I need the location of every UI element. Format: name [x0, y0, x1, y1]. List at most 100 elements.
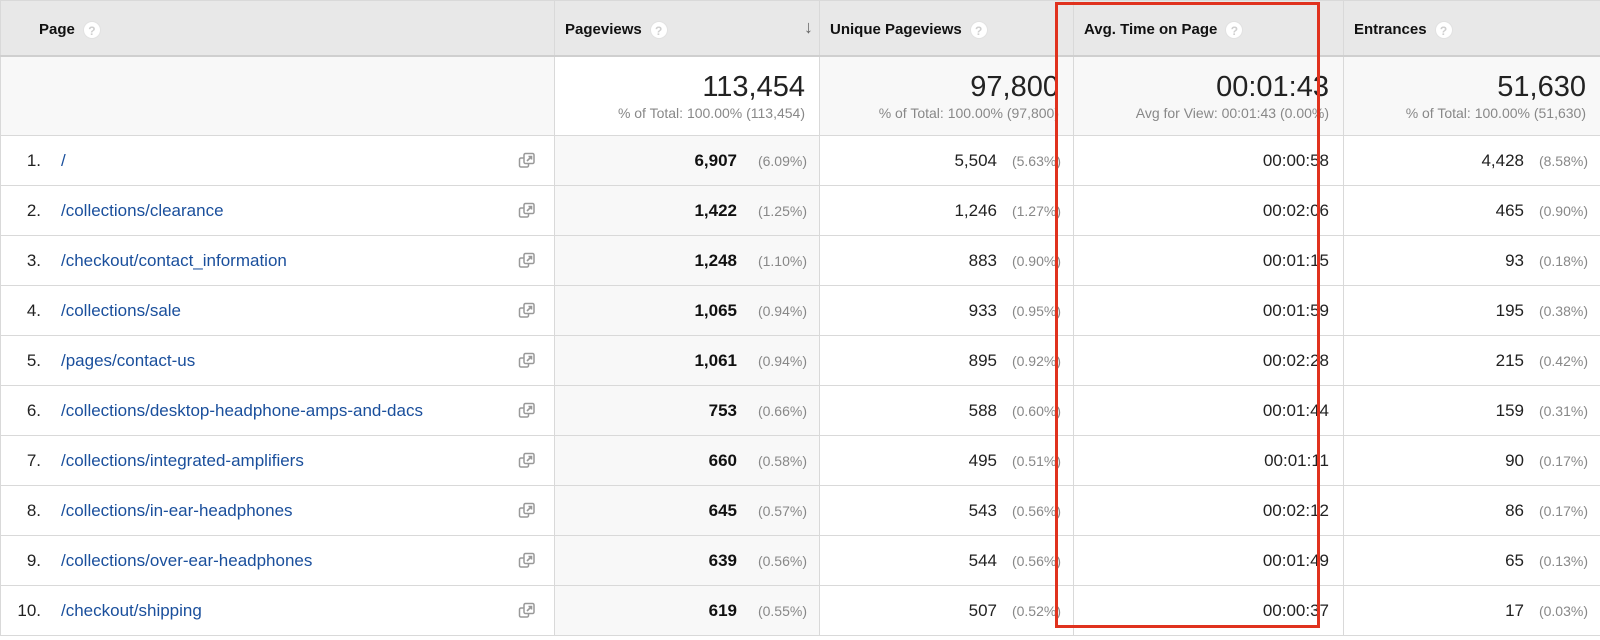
page-link[interactable]: /collections/integrated-amplifiers	[61, 451, 304, 470]
row-number: 7.	[26, 450, 41, 470]
open-in-new-window-icon[interactable]	[518, 552, 536, 570]
avg-time-cell: 00:02:28	[1073, 335, 1344, 386]
avg-time-cell: 00:02:12	[1073, 485, 1344, 536]
column-header-page[interactable]: Page?	[0, 0, 555, 57]
page-link[interactable]: /	[61, 151, 66, 170]
avg-time-cell: 00:01:49	[1073, 535, 1344, 586]
entrances-value: 465	[1495, 200, 1524, 220]
column-header-pageviews[interactable]: Pageviews? ↓	[554, 0, 820, 57]
totals-row: 113,454 % of Total: 100.00% (113,454) 97…	[0, 55, 1600, 136]
row-number: 2.	[26, 200, 41, 220]
help-icon[interactable]: ?	[1434, 20, 1453, 39]
help-icon[interactable]: ?	[82, 21, 101, 40]
avg-time-value: 00:02:12	[1262, 500, 1329, 520]
column-header-label: Pageviews	[565, 20, 642, 38]
open-in-new-window-icon[interactable]	[518, 252, 536, 270]
unique-pageviews-value: 5,504	[954, 150, 997, 170]
avg-time-value: 00:01:59	[1262, 300, 1329, 320]
table-row: 4. /collections/sale 1,065 (0.94%) 933 (0.9…	[0, 285, 1600, 336]
open-in-new-window-icon[interactable]	[518, 152, 536, 170]
entrances-value: 90	[1505, 450, 1524, 470]
pageviews-value: 753	[708, 400, 737, 420]
unique-pageviews-percent: (0.56%)	[1011, 552, 1061, 569]
entrances-percent: (0.42%)	[1538, 352, 1588, 369]
sort-descending-icon[interactable]: ↓	[804, 17, 813, 38]
row-number: 9.	[26, 550, 41, 570]
open-in-new-window-icon[interactable]	[518, 502, 536, 520]
open-in-new-window-icon[interactable]	[518, 452, 536, 470]
total-value: 113,454	[702, 70, 805, 103]
page-link[interactable]: /collections/in-ear-headphones	[61, 501, 293, 520]
unique-pageviews-percent: (0.60%)	[1011, 402, 1061, 419]
entrances-cell: 86 (0.17%)	[1343, 485, 1600, 536]
page-cell: 3. /checkout/contact_information	[0, 235, 555, 286]
unique-pageviews-percent: (0.90%)	[1011, 252, 1061, 269]
help-icon[interactable]: ?	[969, 20, 988, 39]
avg-time-cell: 00:01:15	[1073, 235, 1344, 286]
pageviews-percent: (0.94%)	[757, 352, 807, 369]
column-header-entrances[interactable]: Entrances?	[1343, 0, 1600, 57]
pages-report-table: Page? Pageviews? ↓ Unique Pageviews? Avg…	[0, 0, 1600, 636]
pageviews-value: 1,065	[694, 300, 737, 320]
pageviews-cell: 6,907 (6.09%)	[554, 135, 820, 186]
entrances-cell: 215 (0.42%)	[1343, 335, 1600, 386]
pageviews-cell: 619 (0.55%)	[554, 585, 820, 636]
totals-entrances: 51,630 % of Total: 100.00% (51,630)	[1343, 55, 1600, 136]
column-header-label: Entrances	[1354, 20, 1427, 38]
open-in-new-window-icon[interactable]	[518, 402, 536, 420]
unique-pageviews-cell: 1,246 (1.27%)	[819, 185, 1074, 236]
page-link[interactable]: /collections/clearance	[61, 201, 224, 220]
page-cell: 8. /collections/in-ear-headphones	[0, 485, 555, 536]
entrances-value: 4,428	[1481, 150, 1524, 170]
entrances-cell: 65 (0.13%)	[1343, 535, 1600, 586]
open-in-new-window-icon[interactable]	[518, 602, 536, 620]
avg-time-value: 00:02:28	[1262, 350, 1329, 370]
unique-pageviews-cell: 544 (0.56%)	[819, 535, 1074, 586]
open-in-new-window-icon[interactable]	[518, 302, 536, 320]
row-number: 4.	[26, 300, 41, 320]
unique-pageviews-cell: 543 (0.56%)	[819, 485, 1074, 536]
avg-time-cell: 00:01:44	[1073, 385, 1344, 436]
table-row: 2. /collections/clearance 1,422 (1.25%) 1,…	[0, 185, 1600, 236]
page-link[interactable]: /checkout/shipping	[61, 601, 202, 620]
table-row: 9. /collections/over-ear-headphones 639 (0…	[0, 535, 1600, 586]
avg-time-value: 00:01:15	[1262, 250, 1329, 270]
avg-time-value: 00:01:11	[1264, 450, 1329, 470]
unique-pageviews-value: 883	[968, 250, 997, 270]
help-icon[interactable]: ?	[649, 20, 668, 39]
entrances-percent: (0.90%)	[1538, 202, 1588, 219]
entrances-value: 159	[1495, 400, 1524, 420]
column-header-avg-time-on-page[interactable]: Avg. Time on Page?	[1073, 0, 1344, 57]
pageviews-percent: (0.56%)	[757, 552, 807, 569]
pageviews-cell: 753 (0.66%)	[554, 385, 820, 436]
page-link[interactable]: /collections/desktop-headphone-amps-and-…	[61, 401, 423, 420]
entrances-cell: 93 (0.18%)	[1343, 235, 1600, 286]
page-cell: 10. /checkout/shipping	[0, 585, 555, 636]
entrances-value: 86	[1505, 500, 1524, 520]
page-link[interactable]: /collections/over-ear-headphones	[61, 551, 312, 570]
pageviews-cell: 1,061 (0.94%)	[554, 335, 820, 386]
entrances-cell: 159 (0.31%)	[1343, 385, 1600, 436]
pageviews-percent: (0.58%)	[757, 452, 807, 469]
total-value: 00:01:43	[1216, 70, 1329, 103]
avg-time-cell: 00:00:37	[1073, 585, 1344, 636]
page-link[interactable]: /checkout/contact_information	[61, 251, 287, 270]
open-in-new-window-icon[interactable]	[518, 352, 536, 370]
pageviews-cell: 1,422 (1.25%)	[554, 185, 820, 236]
help-icon[interactable]: ?	[1225, 20, 1244, 39]
unique-pageviews-value: 543	[968, 500, 997, 520]
pageviews-percent: (6.09%)	[757, 152, 807, 169]
pageviews-cell: 1,065 (0.94%)	[554, 285, 820, 336]
unique-pageviews-percent: (1.27%)	[1011, 202, 1061, 219]
entrances-percent: (0.17%)	[1538, 452, 1588, 469]
page-link[interactable]: /pages/contact-us	[61, 351, 195, 370]
pageviews-percent: (0.57%)	[757, 502, 807, 519]
column-header-unique-pageviews[interactable]: Unique Pageviews?	[819, 0, 1074, 57]
open-in-new-window-icon[interactable]	[518, 202, 536, 220]
pageviews-value: 639	[708, 550, 737, 570]
page-link[interactable]: /collections/sale	[61, 301, 181, 320]
unique-pageviews-cell: 588 (0.60%)	[819, 385, 1074, 436]
unique-pageviews-cell: 495 (0.51%)	[819, 435, 1074, 486]
unique-pageviews-value: 495	[968, 450, 997, 470]
pageviews-cell: 660 (0.58%)	[554, 435, 820, 486]
